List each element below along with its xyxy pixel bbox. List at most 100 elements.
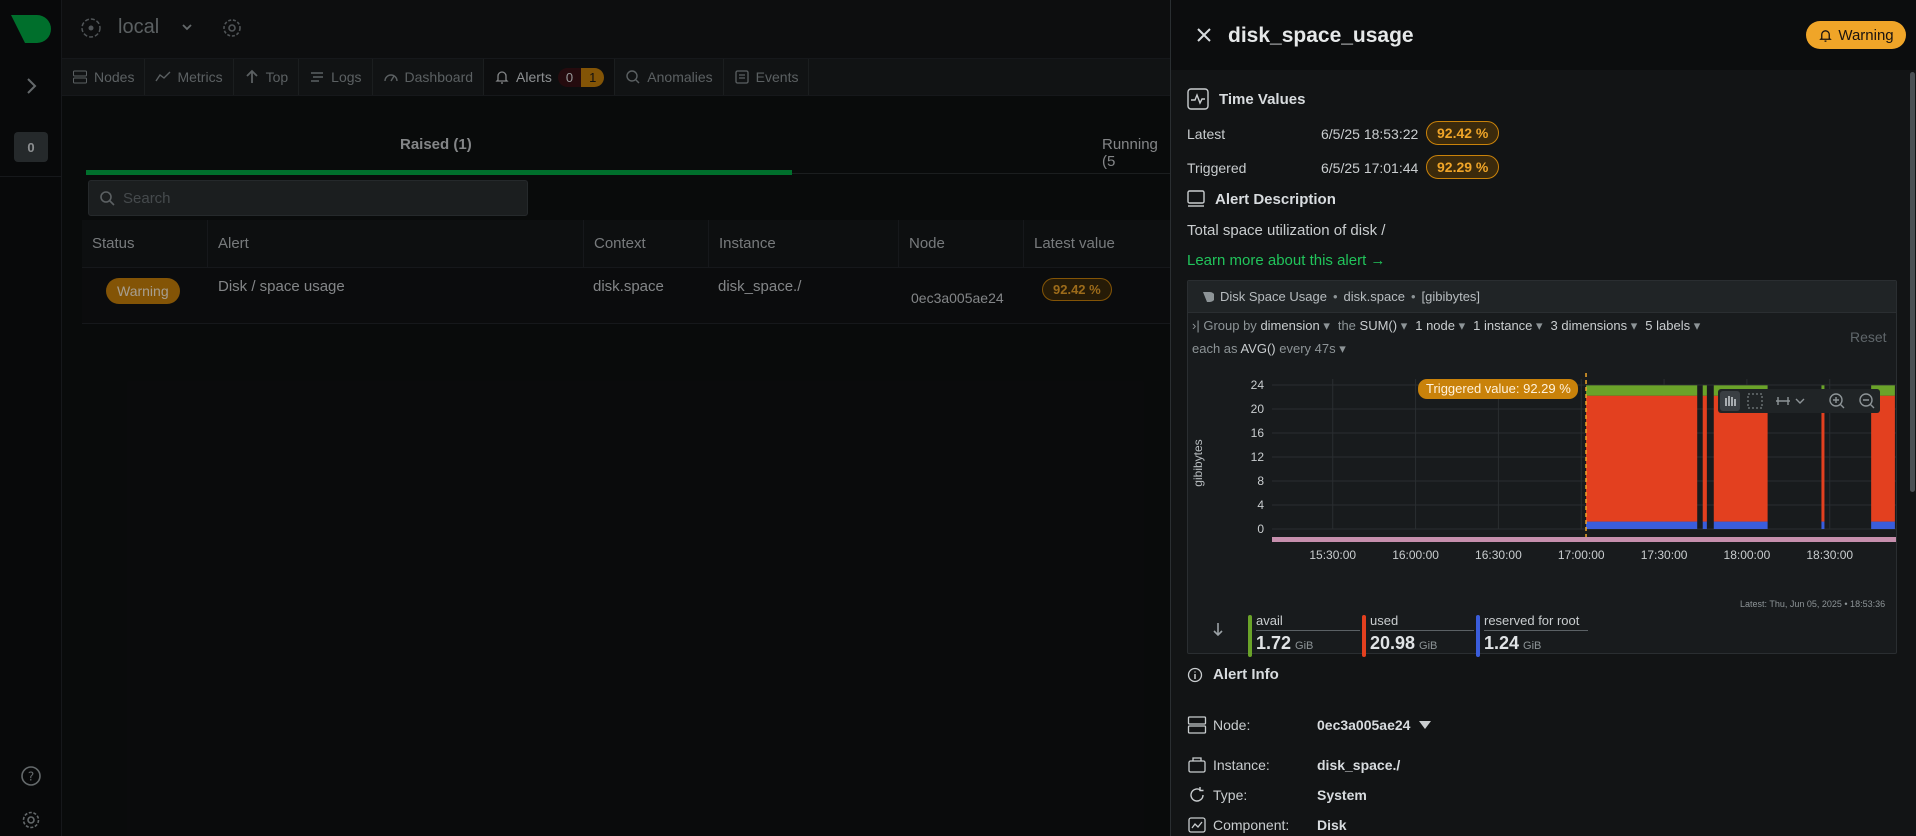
component-value: Disk bbox=[1317, 817, 1347, 833]
area-segment-used bbox=[1713, 395, 1768, 522]
tab-metrics[interactable]: Metrics bbox=[145, 59, 234, 95]
space-name[interactable]: local bbox=[118, 16, 159, 39]
help-icon[interactable]: ? bbox=[19, 764, 43, 788]
x-tick-label: 17:00:00 bbox=[1558, 548, 1605, 562]
search-icon bbox=[100, 191, 115, 206]
alert-detail-panel: disk_space_usage Warning Time Values Lat… bbox=[1170, 0, 1916, 836]
chevron-down-icon[interactable] bbox=[180, 20, 194, 34]
x-tick-label: 18:30:00 bbox=[1806, 548, 1853, 562]
chart-units: [gibibytes] bbox=[1421, 289, 1481, 304]
area-segment-avail bbox=[1586, 385, 1698, 396]
tab-label: Events bbox=[755, 69, 799, 85]
svg-text:Triggered value: 92.29 %: Triggered value: 92.29 % bbox=[1426, 381, 1571, 396]
left-rail: 0 ? bbox=[0, 0, 62, 836]
legend-swatch bbox=[1362, 615, 1366, 657]
group-by-control[interactable]: ›| Group by dimension ▾ bbox=[1192, 318, 1330, 334]
latest-value-badge: 92.42 % bbox=[1042, 278, 1112, 301]
column-header-instance[interactable]: Instance bbox=[708, 220, 898, 268]
time-values-icon bbox=[1187, 88, 1209, 110]
legend-item-used[interactable]: used 20.98 GiB bbox=[1362, 613, 1474, 657]
panel-scrollbar[interactable] bbox=[1910, 72, 1915, 492]
notifications-count[interactable]: 0 bbox=[14, 132, 48, 162]
legend-unit: GiB bbox=[1523, 640, 1542, 652]
latest-time: 6/5/25 18:53:22 bbox=[1321, 126, 1419, 142]
search-box[interactable] bbox=[88, 180, 528, 216]
y-tick-label: 12 bbox=[1251, 450, 1265, 464]
legend-item-reserved-for-root[interactable]: reserved for root 1.24 GiB bbox=[1476, 613, 1588, 657]
tab-dashboard[interactable]: Dashboard bbox=[373, 59, 485, 95]
legend-unit: GiB bbox=[1419, 640, 1438, 652]
y-tick-label: 20 bbox=[1251, 402, 1265, 416]
tab-label: Metrics bbox=[177, 69, 223, 85]
tab-logs[interactable]: Logs bbox=[299, 59, 373, 95]
alerts-table: Status Alert Context Instance Node Lates… bbox=[82, 220, 1172, 324]
status-badge: Warning bbox=[106, 278, 180, 304]
column-header-latest-value[interactable]: Latest value bbox=[1023, 220, 1173, 268]
tab-nodes[interactable]: Nodes bbox=[62, 59, 146, 95]
top-bar: local bbox=[62, 0, 1172, 58]
tab-anomalies[interactable]: Anomalies bbox=[615, 59, 724, 95]
pan-hand-icon[interactable] bbox=[1720, 391, 1740, 411]
separator-dot: • bbox=[1410, 289, 1416, 304]
info-row-node: Node: bbox=[1187, 715, 1250, 735]
triggered-value-tag: Triggered value: 92.29 % bbox=[1418, 379, 1579, 399]
server-icon bbox=[73, 70, 87, 84]
svg-text:?: ? bbox=[28, 770, 34, 784]
table-row[interactable]: Warning Disk / space usage disk.space di… bbox=[82, 268, 1172, 324]
chart-controls: ›| Group by dimension ▾ the SUM() ▾ 1 no… bbox=[1192, 318, 1700, 334]
legend-name: reserved for root bbox=[1484, 613, 1588, 631]
tab-alerts[interactable]: Alerts 0 1 bbox=[484, 59, 616, 95]
separator-dot: • bbox=[1332, 289, 1338, 304]
time-aggregation-control[interactable]: each as AVG() every 47s ▾ bbox=[1192, 341, 1346, 357]
space-settings-icon[interactable] bbox=[220, 16, 244, 40]
info-row-component: Component: bbox=[1187, 815, 1289, 835]
search-input[interactable] bbox=[123, 189, 523, 207]
tab-raised[interactable]: Raised (1) bbox=[400, 136, 472, 153]
tab-label: Top bbox=[265, 69, 289, 85]
column-header-status[interactable]: Status bbox=[82, 220, 207, 268]
refresh-icon bbox=[1190, 787, 1204, 802]
legend-item-avail[interactable]: avail 1.72 GiB bbox=[1248, 613, 1360, 657]
labels-filter[interactable]: 5 labels ▾ bbox=[1645, 318, 1700, 334]
node-label: Node: bbox=[1213, 717, 1251, 733]
chevron-right-icon[interactable] bbox=[20, 75, 42, 97]
arrow-up-icon bbox=[245, 69, 258, 83]
area-segment-used bbox=[1586, 395, 1698, 522]
tab-label: Dashboard bbox=[404, 69, 474, 85]
panel-header: disk_space_usage Warning bbox=[1171, 0, 1916, 70]
disk-space-chart[interactable]: 15:30:00 16:00:00 16:30:00 17:00:00 17:30:00… bbox=[1188, 359, 1896, 593]
close-icon[interactable] bbox=[1195, 26, 1213, 44]
learn-more-link[interactable]: Learn more about this alert → bbox=[1187, 252, 1385, 269]
node-value[interactable]: 0ec3a005ae24 bbox=[1317, 717, 1410, 733]
alert-info-heading: Alert Info bbox=[1187, 666, 1279, 683]
settings-gear-icon[interactable] bbox=[19, 808, 43, 832]
triggered-time: 6/5/25 17:01:44 bbox=[1321, 160, 1419, 176]
arrow-down-icon[interactable] bbox=[1210, 621, 1226, 637]
alert-description-heading: Alert Description bbox=[1187, 190, 1336, 208]
tab-events[interactable]: Events bbox=[724, 59, 810, 95]
aggregation-control[interactable]: the SUM() ▾ bbox=[1338, 318, 1407, 334]
x-tick-label: 15:30:00 bbox=[1309, 548, 1356, 562]
description-icon bbox=[1187, 190, 1205, 207]
tab-top[interactable]: Top bbox=[234, 59, 300, 95]
instances-filter[interactable]: 1 instance ▾ bbox=[1473, 318, 1542, 334]
component-label: Component: bbox=[1213, 817, 1290, 833]
column-header-context[interactable]: Context bbox=[583, 220, 708, 268]
tab-running[interactable]: Running (5 bbox=[1102, 136, 1172, 170]
instance-icon bbox=[1188, 757, 1206, 773]
dimensions-filter[interactable]: 3 dimensions ▾ bbox=[1551, 318, 1638, 334]
column-header-alert[interactable]: Alert bbox=[207, 220, 583, 268]
data-gaps-strip bbox=[1272, 537, 1896, 542]
column-header-node[interactable]: Node bbox=[898, 220, 1023, 268]
latest-value-pill: 92.42 % bbox=[1426, 121, 1500, 145]
alert-node[interactable]: 0ec3a005ae24 bbox=[911, 290, 1004, 306]
alert-name[interactable]: Disk / space usage bbox=[218, 278, 345, 295]
anomalies-icon bbox=[626, 70, 640, 84]
reset-button[interactable]: Reset bbox=[1850, 329, 1887, 345]
caret-down-icon[interactable] bbox=[1419, 721, 1431, 729]
logs-icon bbox=[311, 72, 324, 82]
nodes-filter[interactable]: 1 node ▾ bbox=[1415, 318, 1465, 334]
subtab-active-indicator bbox=[86, 170, 792, 175]
netdata-logo-icon[interactable] bbox=[11, 15, 51, 49]
events-icon bbox=[735, 70, 749, 84]
